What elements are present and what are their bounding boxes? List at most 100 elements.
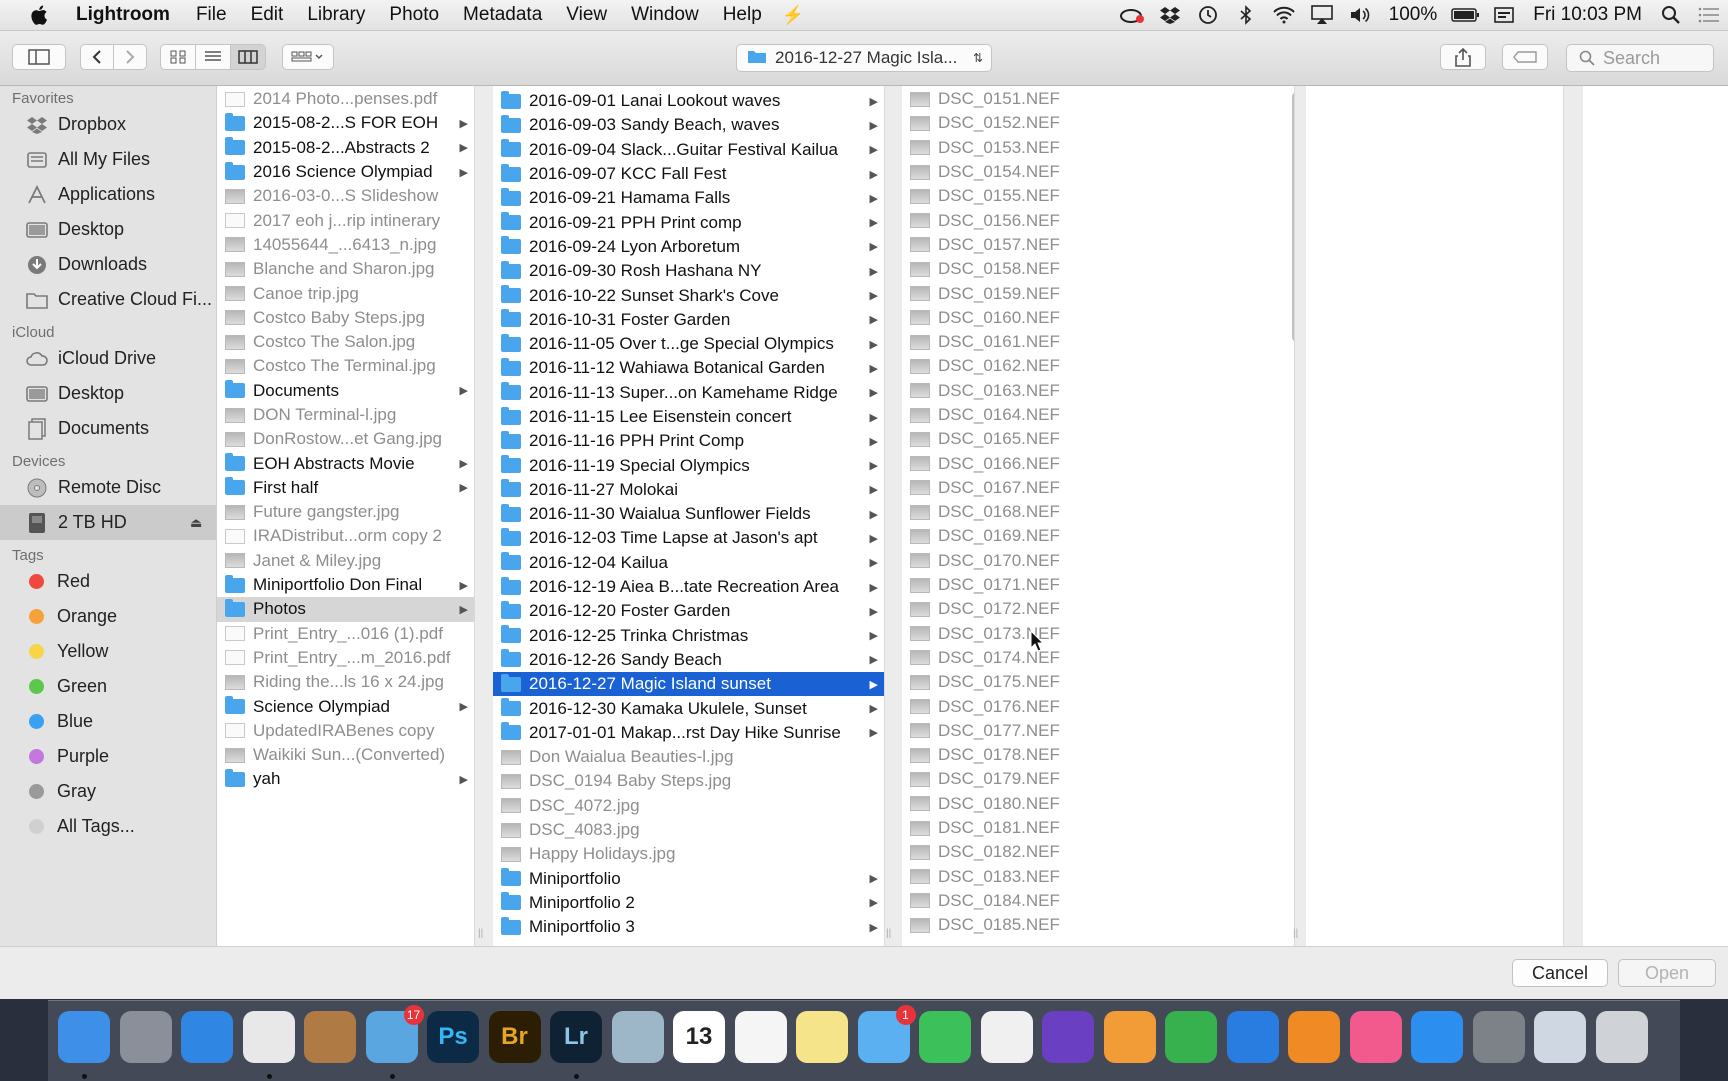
file-row[interactable]: DSC_0169.NEF: [902, 524, 1294, 548]
folder-row[interactable]: 2017-01-01 Makap...rst Day Hike Sunrise ▶: [493, 721, 884, 745]
folder-row[interactable]: 2016-09-24 Lyon Arboretum ▶: [493, 235, 884, 259]
file-row[interactable]: Happy Holidays.jpg: [493, 842, 884, 866]
list-view-button[interactable]: [195, 44, 231, 70]
folder-row[interactable]: 2016-10-22 Sunset Shark's Cove ▶: [493, 283, 884, 307]
folder-row[interactable]: 2016-12-30 Kamaka Ukulele, Sunset ▶: [493, 696, 884, 720]
file-row[interactable]: Riding the...ls 16 x 24.jpg: [217, 670, 474, 694]
file-row[interactable]: 2017 eoh j...rip intinerary: [217, 208, 474, 232]
battery-icon[interactable]: [1447, 0, 1485, 30]
file-row[interactable]: Blanche and Sharon.jpg: [217, 257, 474, 281]
app-name-menu[interactable]: Lightroom: [72, 4, 184, 26]
file-row[interactable]: DSC_0152.NEF: [902, 111, 1294, 135]
share-button[interactable]: [1440, 44, 1486, 70]
file-row[interactable]: DSC_0166.NEF: [902, 451, 1294, 475]
dock-trash-icon[interactable]: [1595, 1011, 1648, 1063]
folder-row[interactable]: 2016-09-21 PPH Print comp ▶: [493, 210, 884, 234]
file-row[interactable]: 14055644_...6413_n.jpg: [217, 233, 474, 257]
file-row[interactable]: DSC_0180.NEF: [902, 792, 1294, 816]
sidebar-item-all-my-files[interactable]: All My Files: [0, 142, 216, 177]
file-row[interactable]: DSC_0194 Baby Steps.jpg: [493, 769, 884, 793]
menu-help[interactable]: Help: [711, 4, 774, 26]
sidebar-tag-item[interactable]: Red: [0, 564, 216, 599]
sidebar-item-remote-disc[interactable]: Remote Disc: [0, 470, 216, 505]
sidebar-item-2tb-hd[interactable]: 2 TB HD ⏏: [0, 505, 216, 540]
sidebar-tag-item[interactable]: Green: [0, 669, 216, 704]
file-row[interactable]: DSC_0177.NEF: [902, 719, 1294, 743]
file-row[interactable]: DSC_0157.NEF: [902, 233, 1294, 257]
creative-cloud-icon[interactable]: [1113, 0, 1151, 30]
dock-downloads-stack-icon[interactable]: [1534, 1011, 1586, 1063]
folder-row[interactable]: 2016-11-19 Special Olympics ▶: [493, 453, 884, 477]
menu-photo[interactable]: Photo: [377, 4, 451, 26]
file-row[interactable]: DSC_0168.NEF: [902, 500, 1294, 524]
file-row[interactable]: DSC_4072.jpg: [493, 794, 884, 818]
file-row[interactable]: Print_Entry_...016 (1).pdf: [217, 622, 474, 646]
file-row[interactable]: DSC_0182.NEF: [902, 840, 1294, 864]
dock-system-preferences-icon[interactable]: [1472, 1011, 1525, 1063]
file-row[interactable]: Costco The Salon.jpg: [217, 330, 474, 354]
file-row[interactable]: DSC_0154.NEF: [902, 160, 1294, 184]
menu-library[interactable]: Library: [295, 4, 377, 26]
file-row[interactable]: DSC_0165.NEF: [902, 427, 1294, 451]
file-row[interactable]: 2016-03-0...S Slideshow: [217, 184, 474, 208]
sidebar-tag-item[interactable]: Blue: [0, 704, 216, 739]
tag-button[interactable]: [1502, 44, 1548, 70]
file-row[interactable]: DSC_0158.NEF: [902, 257, 1294, 281]
dock-contacts-icon[interactable]: [304, 1011, 356, 1063]
notification-center-icon[interactable]: [1690, 0, 1728, 30]
dock-mail-icon[interactable]: 17: [365, 1005, 424, 1063]
lightroom-status-icon[interactable]: ⚡: [774, 0, 812, 30]
folder-row[interactable]: 2016-12-26 Sandy Beach ▶: [493, 648, 884, 672]
dock-chrome-icon[interactable]: [242, 1011, 295, 1063]
file-row[interactable]: DSC_0171.NEF: [902, 573, 1294, 597]
file-row[interactable]: DSC_0156.NEF: [902, 208, 1294, 232]
file-row[interactable]: Canoe trip.jpg: [217, 281, 474, 305]
apple-menu-icon[interactable]: [26, 1, 54, 29]
dock-itunes-icon[interactable]: [1349, 1011, 1402, 1063]
file-row[interactable]: Waikiki Sun...(Converted): [217, 743, 474, 767]
sidebar-item-dropbox[interactable]: Dropbox: [0, 107, 216, 142]
sidebar-item-creative-cloud[interactable]: Creative Cloud Fi...: [0, 282, 216, 317]
scrollbar-thumb[interactable]: [1292, 92, 1294, 342]
file-row[interactable]: DSC_0173.NEF: [902, 622, 1294, 646]
folder-row[interactable]: 2016 Science Olympiad ▶: [217, 160, 474, 184]
sidebar-item-icloud-drive[interactable]: iCloud Drive: [0, 341, 216, 376]
dock-messages-icon[interactable]: 1: [857, 1005, 916, 1063]
spotlight-icon[interactable]: [1652, 0, 1690, 30]
forward-button[interactable]: [113, 44, 147, 70]
folder-row[interactable]: 2016-11-12 Wahiawa Botanical Garden ▶: [493, 356, 884, 380]
display-menu-icon[interactable]: [1485, 0, 1523, 30]
folder-row[interactable]: 2016-12-04 Kailua ▶: [493, 551, 884, 575]
file-row[interactable]: Costco Baby Steps.jpg: [217, 306, 474, 330]
column-resize-handle-1[interactable]: ||: [478, 928, 483, 939]
file-row[interactable]: 2014 Photo...penses.pdf: [217, 87, 474, 111]
sidebar-tag-item[interactable]: Purple: [0, 739, 216, 774]
dock-reminders-icon[interactable]: [734, 1011, 787, 1063]
folder-row[interactable]: 2016-12-27 Magic Island sunset ▶: [493, 672, 884, 697]
file-row[interactable]: Future gangster.jpg: [217, 500, 474, 524]
column-view-button[interactable]: [230, 44, 266, 70]
eject-icon[interactable]: ⏏: [190, 515, 202, 531]
dock-app-store-icon[interactable]: [1411, 1011, 1463, 1063]
search-field[interactable]: Search: [1566, 44, 1714, 72]
file-row[interactable]: DSC_0179.NEF: [902, 767, 1294, 791]
folder-row[interactable]: Science Olympiad ▶: [217, 694, 474, 718]
file-row[interactable]: DSC_0153.NEF: [902, 136, 1294, 160]
sidebar-tag-item[interactable]: All Tags...: [0, 809, 216, 844]
folder-row[interactable]: EOH Abstracts Movie ▶: [217, 451, 474, 475]
file-row[interactable]: DonRostow...et Gang.jpg: [217, 427, 474, 451]
wifi-icon[interactable]: [1265, 0, 1303, 30]
folder-row[interactable]: 2015-08-2...S FOR EOH ▶: [217, 111, 474, 135]
dock-finder-icon[interactable]: [58, 1011, 110, 1063]
sidebar-toggle-button[interactable]: [12, 44, 66, 70]
file-row[interactable]: DSC_0183.NEF: [902, 865, 1294, 889]
dock-photos-icon[interactable]: [980, 1011, 1033, 1063]
file-row[interactable]: DSC_0155.NEF: [902, 184, 1294, 208]
back-button[interactable]: [80, 44, 114, 70]
file-row[interactable]: UpdatedIRABenes copy: [217, 719, 474, 743]
folder-row[interactable]: 2016-09-01 Lanai Lookout waves ▶: [493, 89, 884, 113]
file-row[interactable]: Print_Entry_...m_2016.pdf: [217, 646, 474, 670]
dock-calendar-icon[interactable]: 13: [673, 1011, 725, 1063]
sidebar-tag-item[interactable]: Gray: [0, 774, 216, 809]
file-row[interactable]: DSC_0161.NEF: [902, 330, 1294, 354]
